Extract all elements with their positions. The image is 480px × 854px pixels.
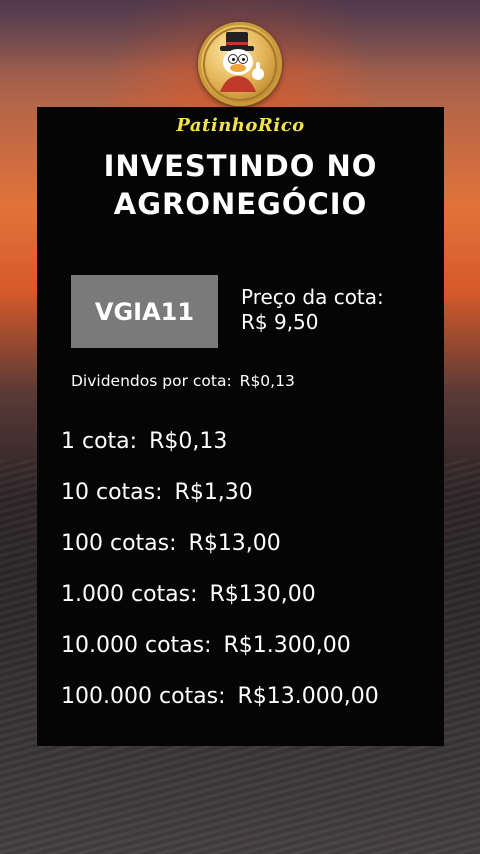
list-item: 1.000 cotas: R$130,00 — [61, 582, 379, 633]
quota-list: 1 cota: R$0,13 10 cotas: R$1,30 100 cotas:… — [61, 429, 379, 735]
price-label: Preço da cota: — [241, 285, 384, 309]
list-item: 10 cotas: R$1,30 — [61, 480, 379, 531]
ticker-label: VGIA11 — [94, 297, 195, 326]
price-value: R$ 9,50 — [241, 310, 319, 334]
scrooge-coin-icon — [198, 22, 282, 106]
list-item: 1 cota: R$0,13 — [61, 429, 379, 480]
ticker-badge: VGIA11 — [71, 275, 218, 348]
quota-count: 10 cotas: — [61, 480, 163, 505]
list-item: 10.000 cotas: R$1.300,00 — [61, 633, 379, 684]
brand-name: PatinhoRico — [176, 115, 305, 136]
quota-value: R$130,00 — [209, 582, 316, 607]
quota-count: 100.000 cotas: — [61, 684, 226, 709]
info-panel: PatinhoRico INVESTINDO NO AGRONEGÓCIO VG… — [37, 107, 444, 746]
quota-value: R$1.300,00 — [223, 633, 351, 658]
quota-count: 1 cota: — [61, 429, 138, 454]
quota-count: 100 cotas: — [61, 531, 177, 556]
dividend-info: Dividendos por cota: R$0,13 — [71, 372, 295, 390]
list-item: 100.000 cotas: R$13.000,00 — [61, 684, 379, 735]
quota-value: R$1,30 — [174, 480, 253, 505]
dividend-value: R$0,13 — [239, 372, 295, 390]
quota-count: 10.000 cotas: — [61, 633, 212, 658]
quota-value: R$0,13 — [149, 429, 228, 454]
price-info: Preço da cota: R$ 9,50 — [241, 285, 384, 335]
quota-value: R$13,00 — [188, 531, 281, 556]
title-line-1: INVESTINDO NO — [103, 149, 378, 183]
quota-value: R$13.000,00 — [237, 684, 379, 709]
dividend-label: Dividendos por cota: — [71, 372, 232, 390]
page-title: INVESTINDO NO AGRONEGÓCIO — [37, 147, 444, 223]
title-line-2: AGRONEGÓCIO — [113, 187, 368, 221]
list-item: 100 cotas: R$13,00 — [61, 531, 379, 582]
quota-count: 1.000 cotas: — [61, 582, 198, 607]
